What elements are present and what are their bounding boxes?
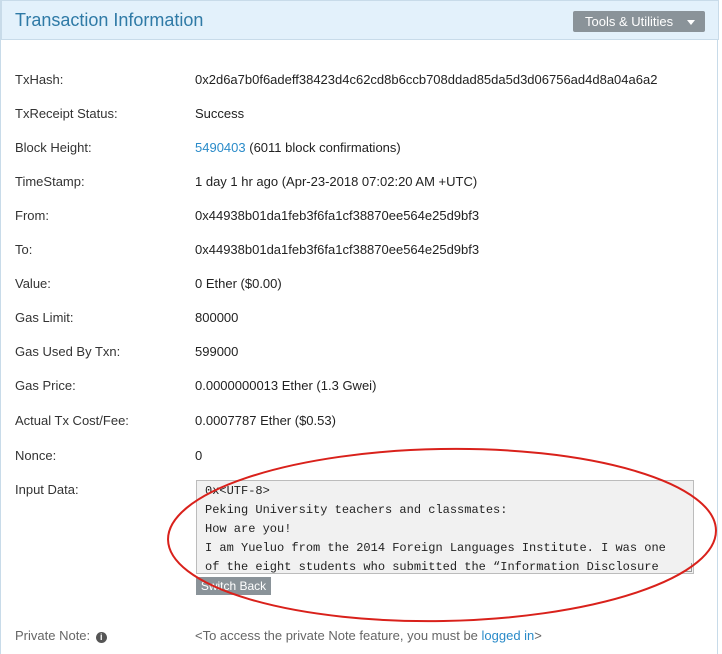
input-data-label: Input Data: xyxy=(15,482,79,497)
page-title: Transaction Information xyxy=(15,10,204,30)
nonce-row: Nonce: 0 xyxy=(1,448,719,468)
input-data-line: 0x<UTF-8> xyxy=(205,484,270,498)
timestamp-value: 1 day 1 hr ago (Apr-23-2018 07:02:20 AM … xyxy=(195,174,478,189)
block-confirmations: (6011 block confirmations) xyxy=(245,140,401,155)
status-row: TxReceipt Status: Success xyxy=(1,106,719,126)
tx-cost-value: 0.0007787 Ether ($0.53) xyxy=(195,413,336,428)
switch-back-button[interactable]: Switch Back xyxy=(196,577,271,595)
resize-grip-icon[interactable] xyxy=(683,563,692,572)
info-icon[interactable]: i xyxy=(95,632,107,643)
timestamp-row: TimeStamp: 1 day 1 hr ago (Apr-23-2018 0… xyxy=(1,174,719,194)
block-label: Block Height: xyxy=(15,140,92,155)
block-value: 5490403 (6011 block confirmations) xyxy=(195,140,401,155)
input-data-textarea[interactable]: 0x<UTF-8> Peking University teachers and… xyxy=(196,480,694,574)
nonce-value: 0 xyxy=(195,448,203,463)
private-note-prefix: <To access the private Note feature, you… xyxy=(195,628,482,643)
to-address-link[interactable]: 0x44938b01da1feb3f6fa1cf38870ee564e25d9b… xyxy=(195,242,479,257)
private-note-value: <To access the private Note feature, you… xyxy=(195,628,542,643)
gas-used-row: Gas Used By Txn: 599000 xyxy=(1,344,719,364)
input-data-line: Peking University teachers and classmate… xyxy=(205,503,508,517)
tools-utilities-label: Tools & Utilities xyxy=(585,14,674,29)
gas-limit-label: Gas Limit: xyxy=(15,310,74,325)
logged-in-link[interactable]: logged in xyxy=(482,628,535,643)
gas-used-value: 599000 xyxy=(195,344,239,359)
gas-price-value: 0.0000000013 Ether (1.3 Gwei) xyxy=(195,378,377,393)
tx-cost-label: Actual Tx Cost/Fee: xyxy=(15,413,129,428)
private-note-suffix: > xyxy=(534,628,542,643)
txhash-label: TxHash: xyxy=(15,72,64,87)
from-row: From: 0x44938b01da1feb3f6fa1cf38870ee564… xyxy=(1,208,719,228)
private-note-row: Private Note: i <To access the private N… xyxy=(1,628,719,648)
txhash-row: TxHash: 0x2d6a7b0f6adeff38423d4c62cd8b6c… xyxy=(1,72,719,92)
value-label: Value: xyxy=(15,276,51,291)
gas-limit-value: 800000 xyxy=(195,310,239,325)
panel-header: Transaction Information Tools & Utilitie… xyxy=(1,0,719,40)
gas-limit-row: Gas Limit: 800000 xyxy=(1,310,719,330)
nonce-label: Nonce: xyxy=(15,448,57,463)
block-link[interactable]: 5490403 xyxy=(195,140,246,155)
gas-price-label: Gas Price: xyxy=(15,378,76,393)
private-note-label-wrap: Private Note: i xyxy=(15,628,107,643)
tools-utilities-button[interactable]: Tools & Utilities xyxy=(573,11,705,32)
to-row: To: 0x44938b01da1feb3f6fa1cf38870ee564e2… xyxy=(1,242,719,262)
from-address-link[interactable]: 0x44938b01da1feb3f6fa1cf38870ee564e25d9b… xyxy=(195,208,479,223)
transaction-panel: Transaction Information Tools & Utilitie… xyxy=(0,0,719,654)
input-data-line: How are you! xyxy=(205,522,292,536)
from-label: From: xyxy=(15,208,49,223)
txhash-value: 0x2d6a7b0f6adeff38423d4c62cd8b6ccb708dda… xyxy=(195,72,658,87)
gas-used-label: Gas Used By Txn: xyxy=(15,344,121,359)
timestamp-label: TimeStamp: xyxy=(15,174,85,189)
gas-price-row: Gas Price: 0.0000000013 Ether (1.3 Gwei) xyxy=(1,378,719,398)
status-label: TxReceipt Status: xyxy=(15,106,118,121)
tx-cost-row: Actual Tx Cost/Fee: 0.0007787 Ether ($0.… xyxy=(1,413,719,433)
value-value: 0 Ether ($0.00) xyxy=(195,276,282,291)
value-row: Value: 0 Ether ($0.00) xyxy=(1,276,719,296)
block-row: Block Height: 5490403 (6011 block confir… xyxy=(1,140,719,160)
chevron-down-icon xyxy=(687,20,695,25)
status-value: Success xyxy=(195,106,245,121)
to-label: To: xyxy=(15,242,33,257)
input-data-line: I am Yueluo from the 2014 Foreign Langua… xyxy=(205,541,666,555)
private-note-label: Private Note: xyxy=(15,628,91,643)
input-data-line: of the eight students who submitted the … xyxy=(205,560,659,574)
